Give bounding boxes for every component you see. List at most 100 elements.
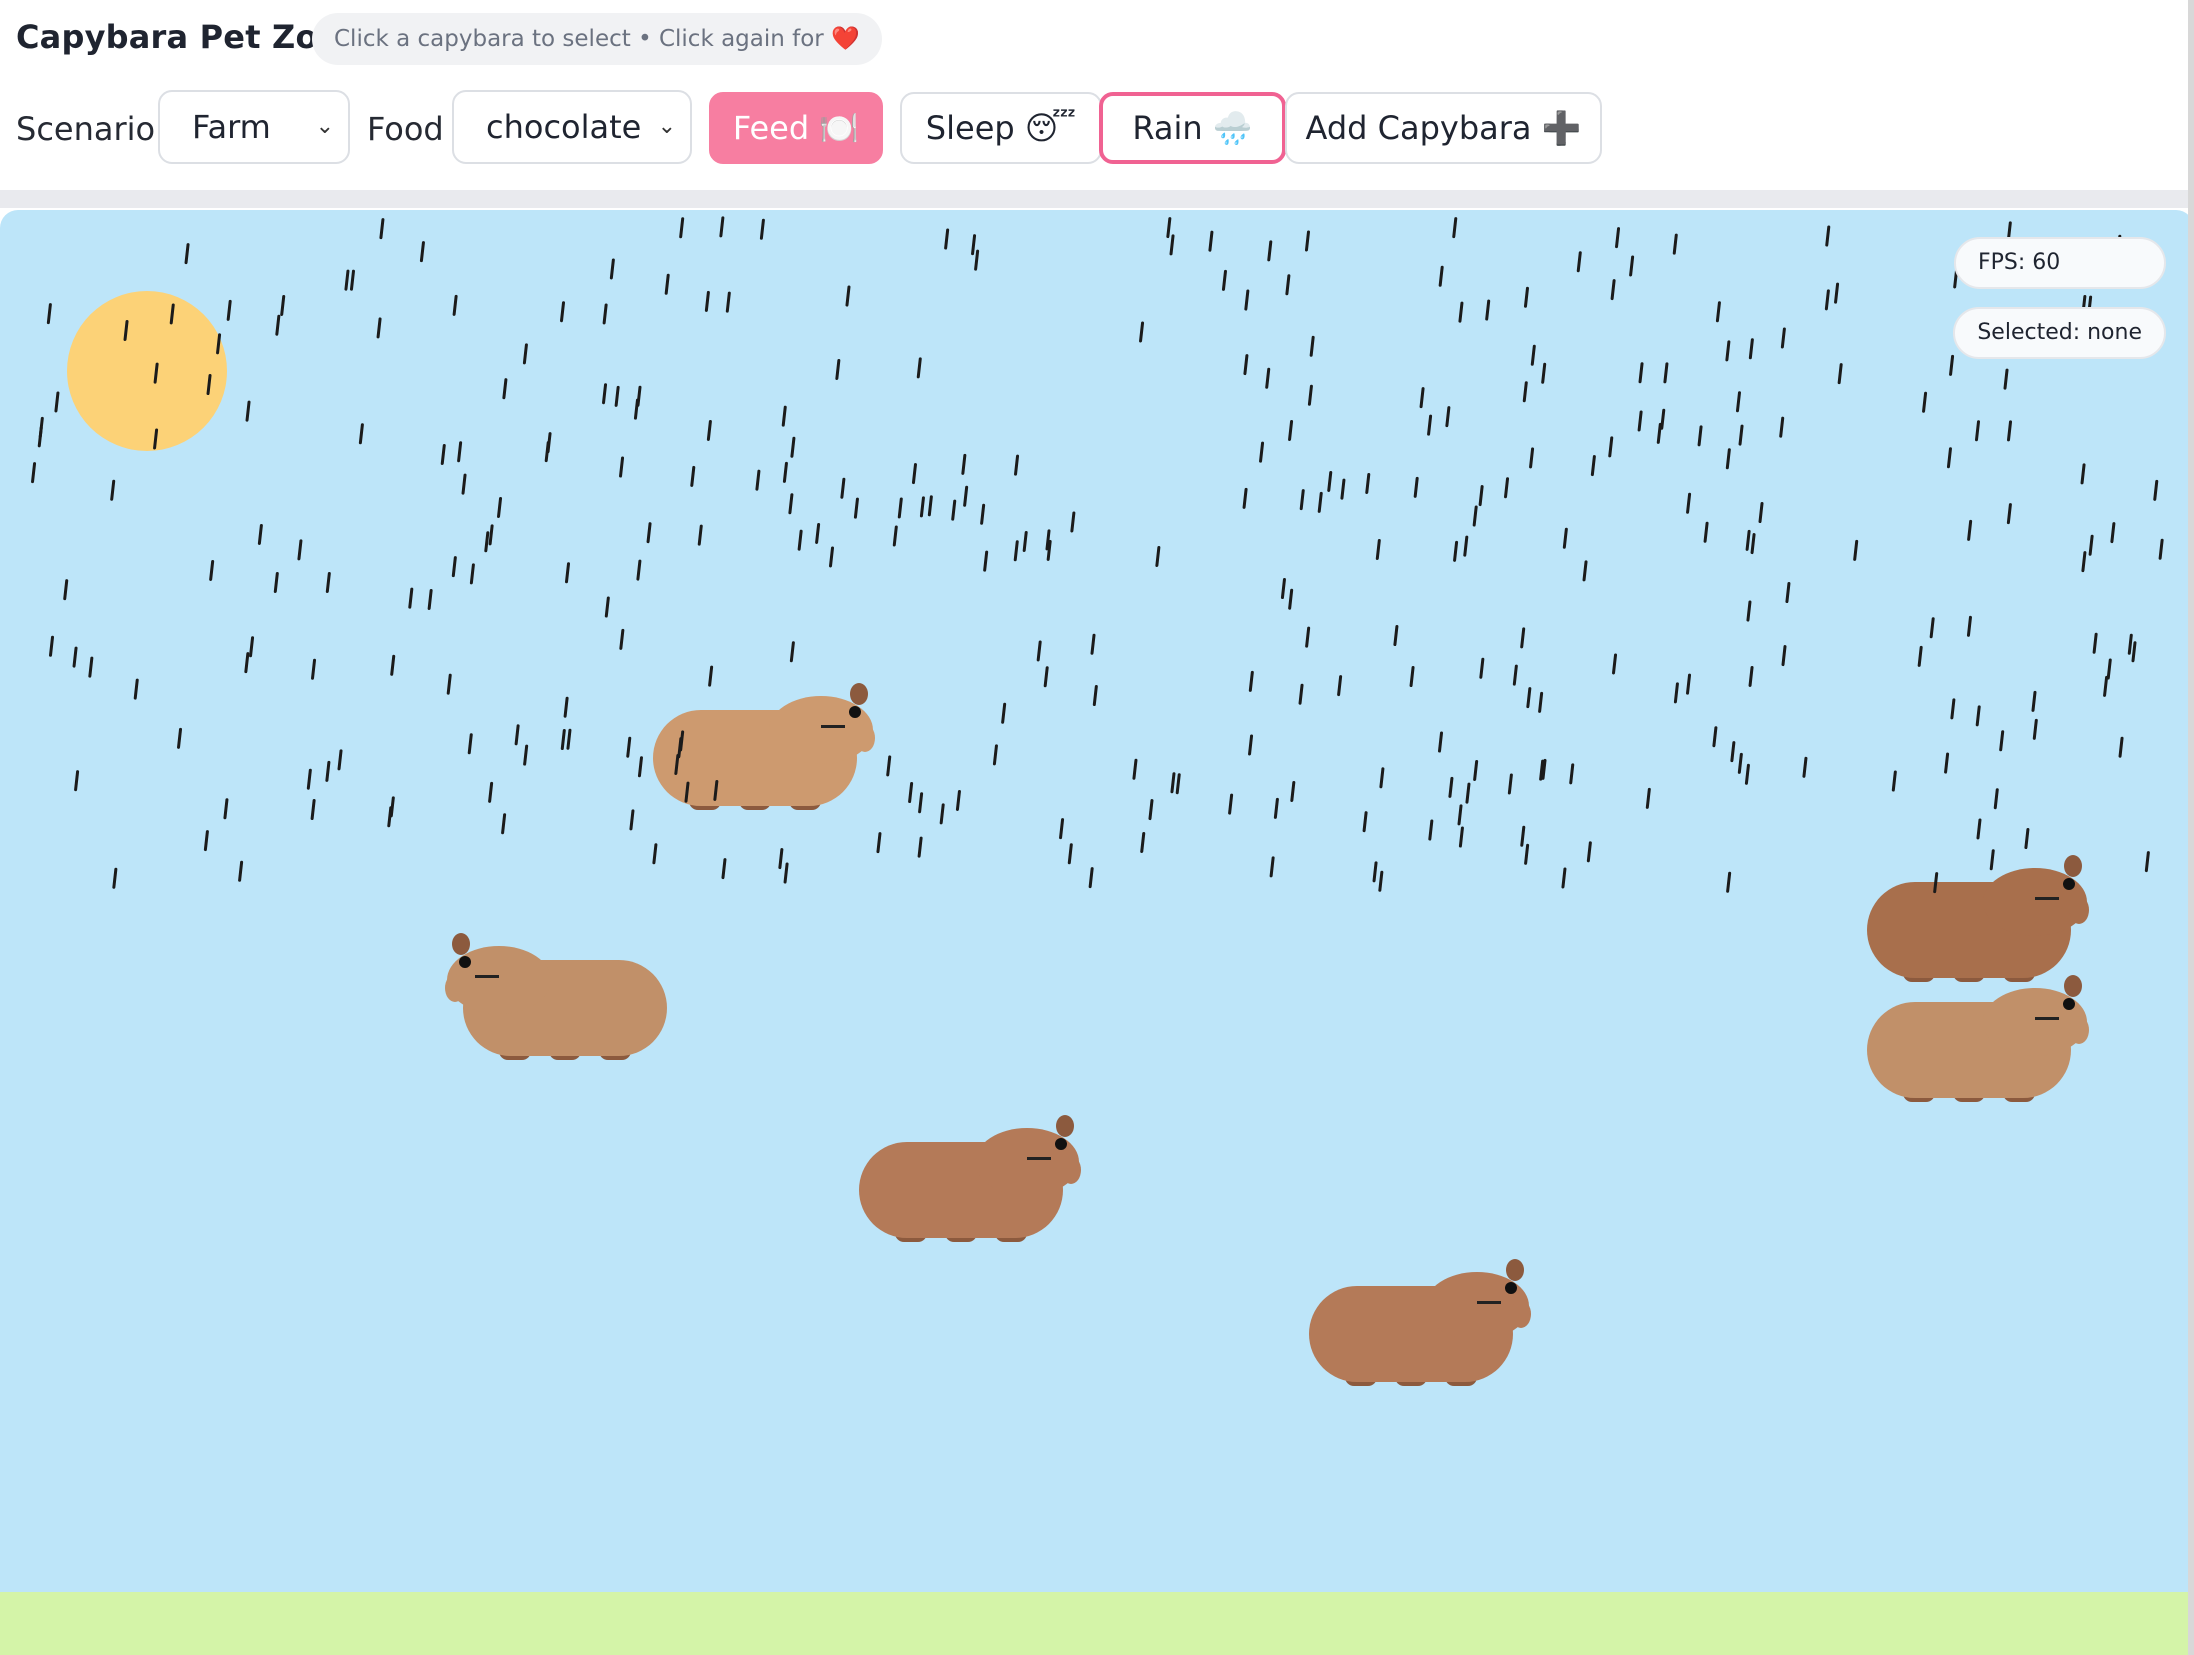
raindrop bbox=[1966, 615, 1972, 637]
raindrop bbox=[708, 665, 714, 687]
raindrop bbox=[1285, 274, 1291, 296]
raindrop bbox=[484, 531, 490, 553]
raindrop bbox=[2006, 503, 2012, 525]
raindrop bbox=[788, 493, 794, 515]
capybara-eye bbox=[849, 706, 861, 718]
page-scrollbar[interactable] bbox=[2188, 0, 2194, 1655]
raindrop bbox=[88, 656, 94, 678]
raindrop bbox=[46, 303, 52, 325]
raindrop bbox=[440, 443, 446, 465]
raindrop bbox=[1242, 487, 1248, 509]
raindrop bbox=[1781, 645, 1787, 667]
raindrop bbox=[1022, 530, 1028, 552]
raindrop bbox=[1298, 683, 1304, 705]
raindrop bbox=[1656, 422, 1662, 444]
raindrop bbox=[1541, 758, 1547, 780]
raindrop bbox=[2032, 718, 2038, 740]
raindrop bbox=[1265, 367, 1271, 389]
raindrop bbox=[815, 522, 821, 544]
raindrop bbox=[311, 658, 317, 680]
raindrop bbox=[1562, 527, 1568, 549]
raindrop bbox=[1208, 230, 1214, 252]
raindrop bbox=[1750, 533, 1756, 555]
raindrop bbox=[522, 343, 528, 365]
raindrop bbox=[275, 314, 281, 336]
raindrop bbox=[1221, 269, 1227, 291]
raindrop bbox=[1561, 867, 1567, 889]
raindrop bbox=[1725, 340, 1731, 362]
feed-button[interactable]: Feed 🍽️ bbox=[709, 92, 883, 164]
raindrop bbox=[1463, 535, 1469, 557]
raindrop bbox=[755, 469, 761, 491]
raindrop bbox=[1307, 384, 1313, 406]
raindrop bbox=[245, 400, 251, 422]
raindrop bbox=[223, 798, 229, 820]
raindrop bbox=[1891, 770, 1897, 792]
raindrop bbox=[1090, 633, 1096, 655]
raindrop bbox=[244, 652, 250, 674]
raindrop bbox=[1730, 741, 1736, 763]
raindrop bbox=[461, 473, 467, 495]
raindrop bbox=[1944, 752, 1950, 774]
rain-button[interactable]: Rain 🌧️ bbox=[1099, 92, 1286, 164]
raindrop bbox=[927, 495, 933, 517]
raindrop bbox=[2092, 632, 2098, 654]
scenario-select[interactable]: Farm ⌄ bbox=[158, 90, 350, 164]
raindrop bbox=[379, 218, 385, 240]
raindrop bbox=[1638, 362, 1644, 384]
raindrop bbox=[1419, 387, 1425, 409]
zoo-stage[interactable]: FPS: 60 Selected: none bbox=[0, 210, 2194, 1655]
raindrop bbox=[1067, 843, 1073, 865]
raindrop bbox=[203, 830, 209, 852]
capybara-mouth bbox=[1027, 1157, 1051, 1160]
raindrop bbox=[664, 273, 670, 295]
raindrop bbox=[1244, 289, 1250, 311]
raindrop bbox=[349, 269, 355, 291]
capybara-eye bbox=[459, 956, 471, 968]
raindrop bbox=[1046, 539, 1052, 561]
raindrop bbox=[206, 374, 212, 396]
raindrop bbox=[1507, 773, 1513, 795]
raindrop bbox=[939, 803, 945, 825]
add-capybara-button[interactable]: Add Capybara ➕ bbox=[1285, 92, 1602, 164]
raindrop bbox=[1569, 763, 1575, 785]
raindrop bbox=[1610, 279, 1616, 301]
raindrop bbox=[1438, 265, 1444, 287]
fps-counter: FPS: 60 bbox=[1954, 237, 2166, 289]
raindrop bbox=[1975, 420, 1981, 442]
raindrop bbox=[38, 416, 44, 438]
raindrop bbox=[961, 453, 967, 475]
raindrop bbox=[467, 733, 473, 755]
raindrop bbox=[501, 813, 507, 835]
zoo-canvas[interactable] bbox=[0, 210, 2194, 1655]
raindrop bbox=[1520, 825, 1526, 847]
raindrop bbox=[1950, 698, 1956, 720]
raindrop bbox=[1637, 410, 1643, 432]
raindrop bbox=[619, 456, 625, 478]
raindrop bbox=[1586, 841, 1592, 863]
raindrop bbox=[488, 524, 494, 546]
raindrop bbox=[408, 587, 414, 609]
raindrop bbox=[721, 858, 727, 880]
raindrop bbox=[1001, 702, 1007, 724]
raindrop bbox=[1530, 344, 1536, 366]
sun bbox=[67, 291, 227, 451]
raindrop bbox=[1703, 521, 1709, 543]
sleep-button[interactable]: Sleep 😴 bbox=[900, 92, 1102, 164]
raindrop bbox=[1672, 233, 1678, 255]
raindrop bbox=[452, 294, 458, 316]
raindrop bbox=[209, 559, 215, 581]
raindrop bbox=[797, 529, 803, 551]
toolbar: Capybara Pet Zoo Click a capybara to sel… bbox=[0, 0, 2194, 208]
capybara-mouth bbox=[475, 975, 499, 978]
raindrop bbox=[637, 756, 643, 778]
raindrop bbox=[544, 441, 550, 463]
raindrop bbox=[344, 269, 350, 291]
food-select[interactable]: chocolate ⌄ bbox=[452, 90, 692, 164]
raindrop bbox=[2003, 368, 2009, 390]
raindrop bbox=[652, 843, 658, 865]
raindrop bbox=[1582, 560, 1588, 582]
raindrop bbox=[1379, 767, 1385, 789]
raindrop bbox=[853, 497, 859, 519]
raindrop bbox=[918, 792, 924, 814]
